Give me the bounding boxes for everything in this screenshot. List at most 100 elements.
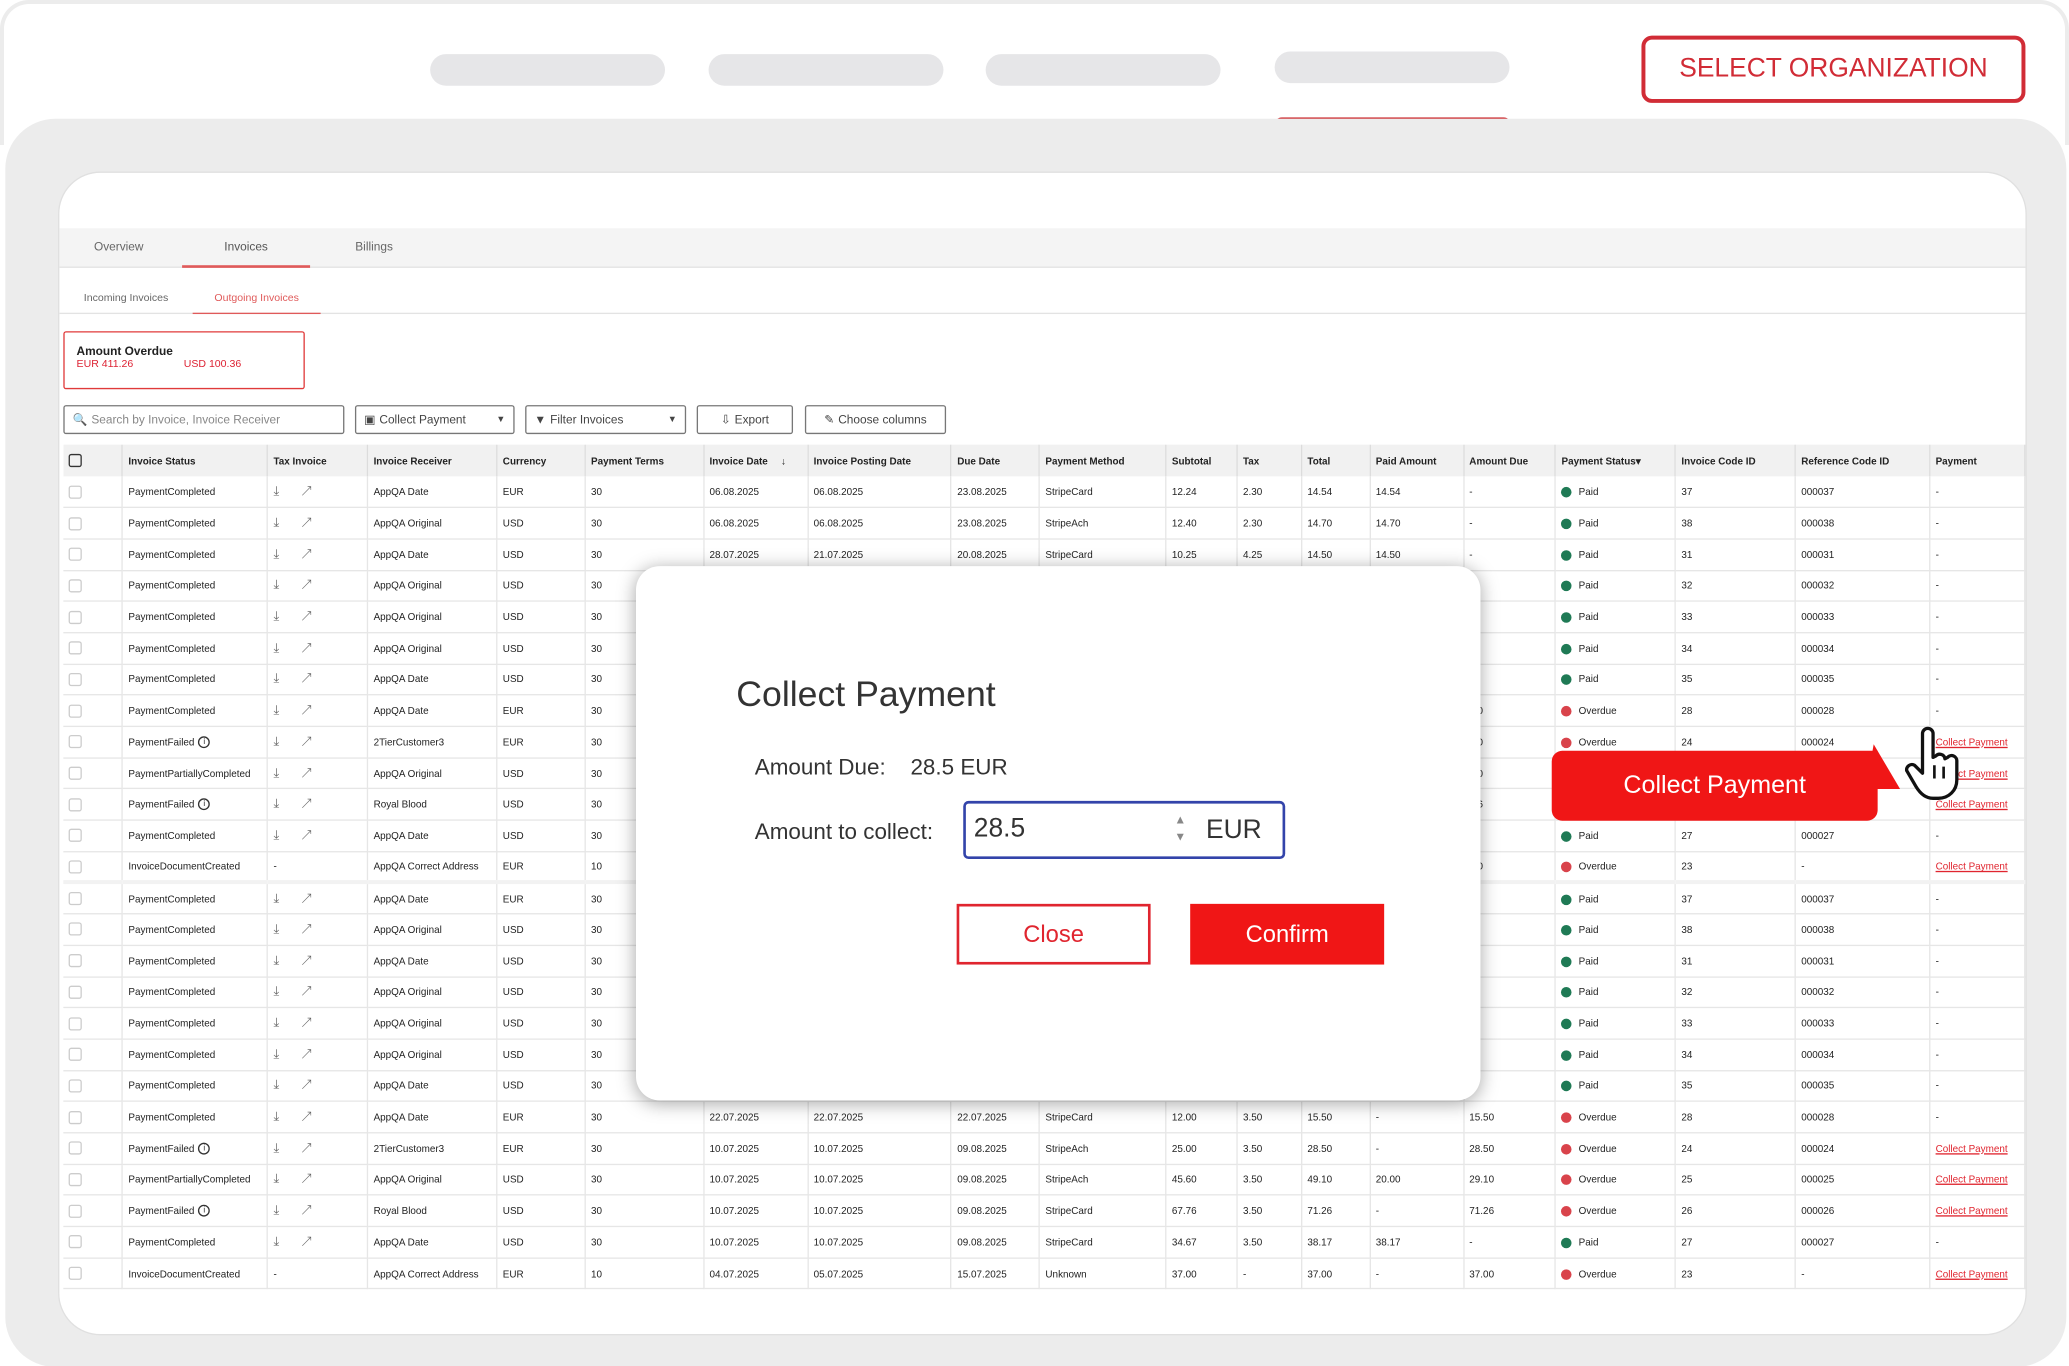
nav-placeholder-4-active[interactable] (1274, 51, 1510, 84)
amount-to-collect-field[interactable]: ▲▼ EUR (963, 800, 1286, 859)
download-icon[interactable]: ⤓ (273, 610, 301, 625)
external-link-icon[interactable]: ↗ (302, 985, 335, 1000)
external-link-icon[interactable]: ↗ (302, 672, 335, 687)
column-header[interactable]: Payment Method (1039, 444, 1167, 477)
row-checkbox[interactable] (68, 1172, 82, 1187)
row-checkbox[interactable] (68, 922, 82, 937)
collect-payment-link[interactable]: Collect Payment (1936, 1174, 2008, 1186)
collect-payment-link[interactable]: Collect Payment (1936, 1142, 2008, 1154)
row-checkbox[interactable] (68, 829, 82, 843)
table-row[interactable]: PaymentCompleted ⤓↗ AppQA Original USD 30 06.… (63, 507, 2026, 540)
tab-invoices[interactable]: Invoices (182, 228, 311, 268)
row-checkbox[interactable] (68, 1141, 82, 1155)
info-icon[interactable]: i (198, 1205, 211, 1218)
row-checkbox[interactable] (68, 485, 82, 499)
external-link-icon[interactable]: ↗ (302, 922, 335, 937)
column-header[interactable]: Due Date (951, 444, 1041, 477)
subtab-outgoing-invoices[interactable]: Outgoing Invoices (192, 284, 321, 315)
row-checkbox[interactable] (68, 1110, 82, 1124)
download-icon[interactable]: ⤓ (273, 578, 301, 593)
subtab-incoming-invoices[interactable]: Incoming Invoices (59, 284, 192, 314)
collect-payment-link[interactable]: Collect Payment (1936, 1267, 2008, 1279)
download-icon[interactable]: ⤓ (273, 484, 301, 499)
download-icon[interactable]: ⤓ (273, 641, 301, 656)
nav-placeholder-3[interactable] (985, 54, 1221, 86)
external-link-icon[interactable]: ↗ (302, 892, 335, 907)
external-link-icon[interactable]: ↗ (302, 516, 335, 531)
row-checkbox[interactable] (68, 766, 82, 780)
row-checkbox[interactable] (68, 610, 82, 624)
download-icon[interactable]: ⤓ (273, 829, 301, 844)
external-link-icon[interactable]: ↗ (302, 1204, 335, 1219)
external-link-icon[interactable]: ↗ (302, 1110, 335, 1125)
external-link-icon[interactable]: ↗ (302, 578, 335, 593)
column-header[interactable]: Payment (1929, 444, 2026, 477)
external-link-icon[interactable]: ↗ (302, 1141, 335, 1156)
row-checkbox[interactable] (68, 704, 82, 718)
download-icon[interactable]: ⤓ (273, 1141, 301, 1156)
external-link-icon[interactable]: ↗ (302, 1235, 335, 1250)
column-header[interactable]: Invoice Status (122, 444, 269, 477)
row-checkbox[interactable] (68, 1204, 82, 1218)
external-link-icon[interactable]: ↗ (302, 641, 335, 656)
collect-payment-dropdown[interactable]: ▣ Collect Payment ▼ (354, 405, 515, 435)
info-icon[interactable]: i (198, 1142, 211, 1155)
row-checkbox[interactable] (68, 641, 82, 655)
table-row[interactable]: PaymentCompleted ⤓↗ AppQA Date EUR 30 22.07.2… (63, 1101, 2026, 1134)
row-checkbox[interactable] (68, 547, 82, 562)
external-link-icon[interactable]: ↗ (302, 1016, 335, 1031)
download-icon[interactable]: ⤓ (273, 954, 301, 969)
download-icon[interactable]: ⤓ (273, 985, 301, 1000)
external-link-icon[interactable]: ↗ (302, 735, 335, 750)
download-icon[interactable]: ⤓ (273, 703, 301, 718)
column-header[interactable]: Invoice Code ID (1675, 444, 1796, 477)
row-checkbox[interactable] (68, 892, 82, 906)
choose-columns-button[interactable]: ✎ Choose columns (804, 405, 947, 435)
column-header[interactable]: Invoice Posting Date (807, 444, 952, 477)
row-checkbox[interactable] (68, 672, 82, 687)
close-button[interactable]: Close (956, 903, 1151, 965)
external-link-icon[interactable]: ↗ (302, 766, 335, 781)
row-checkbox[interactable] (68, 985, 82, 999)
select-all-checkbox[interactable] (68, 453, 82, 468)
external-link-icon[interactable]: ↗ (302, 829, 335, 844)
column-header[interactable]: Amount Due (1463, 444, 1557, 477)
external-link-icon[interactable]: ↗ (302, 1079, 335, 1094)
download-icon[interactable]: ⤓ (273, 797, 301, 812)
column-header[interactable]: Payment Terms (585, 444, 705, 477)
info-icon[interactable]: i (198, 798, 211, 811)
select-organization-button[interactable]: SELECT ORGANIZATION (1641, 35, 2026, 103)
row-checkbox[interactable] (68, 516, 82, 530)
table-row[interactable]: PaymentFailed i ⤓↗ 2TierCustomer3 EUR 30 10.07… (63, 1132, 2026, 1165)
number-stepper-icon[interactable]: ▲ ▼ (1174, 811, 1186, 845)
external-link-icon[interactable]: ↗ (302, 797, 335, 812)
table-row[interactable]: PaymentFailed i ⤓↗ Royal Blood USD 30 10.07.20… (63, 1195, 2026, 1228)
external-link-icon[interactable]: ↗ (302, 1172, 335, 1187)
row-checkbox[interactable] (68, 1079, 82, 1093)
external-link-icon[interactable]: ↗ (302, 703, 335, 718)
column-header[interactable]: Payment Status▾ (1555, 444, 1677, 477)
download-icon[interactable]: ⤓ (273, 922, 301, 937)
row-checkbox[interactable] (68, 954, 82, 968)
info-icon[interactable]: i (198, 736, 211, 749)
export-button[interactable]: ⇩ Export (696, 405, 794, 435)
column-header[interactable]: Subtotal (1165, 444, 1238, 477)
table-row[interactable]: PaymentCompleted ⤓↗ AppQA Date USD 30 10.07.2… (63, 1226, 2026, 1259)
column-header[interactable]: Tax (1237, 444, 1303, 477)
column-header[interactable]: Paid Amount (1369, 444, 1465, 477)
column-header[interactable]: Invoice Receiver (367, 444, 498, 477)
row-checkbox[interactable] (68, 859, 82, 873)
table-row[interactable]: InvoiceDocumentCreated - AppQA Correct Add… (63, 1257, 2026, 1290)
nav-placeholder-2[interactable] (708, 54, 944, 86)
external-link-icon[interactable]: ↗ (302, 1047, 335, 1062)
download-icon[interactable]: ⤓ (273, 1235, 301, 1250)
external-link-icon[interactable]: ↗ (302, 547, 335, 562)
row-checkbox[interactable] (68, 1016, 82, 1030)
download-icon[interactable]: ⤓ (273, 766, 301, 781)
column-header[interactable]: Reference Code ID (1795, 444, 1931, 477)
tab-billings[interactable]: Billings (310, 228, 438, 268)
download-icon[interactable]: ⤓ (273, 1204, 301, 1219)
row-checkbox[interactable] (68, 797, 82, 812)
external-link-icon[interactable]: ↗ (302, 484, 335, 499)
table-row[interactable]: PaymentCompleted ⤓↗ AppQA Date EUR 30 06.08.2… (63, 476, 2026, 509)
